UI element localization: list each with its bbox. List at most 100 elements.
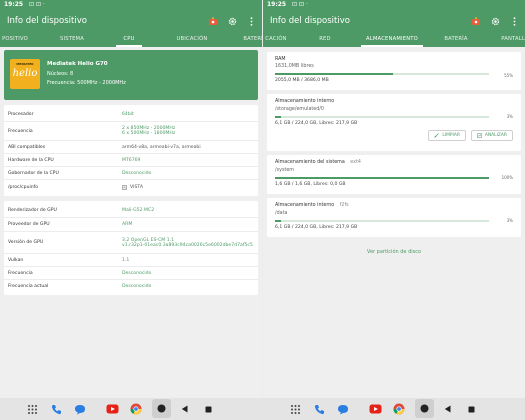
cpu-info-table: Procesador 64bit Frecuencia 2 x 850MHz -… bbox=[4, 105, 258, 196]
status-icons: ⊡ ⊡ · bbox=[292, 1, 308, 8]
view-disk-partition-link[interactable]: Ver partición de disco bbox=[263, 249, 525, 255]
tab-bar: CACIÓN RED ALMACENAMIENTO BATERÍA PANTAL… bbox=[263, 33, 525, 47]
filesystem-type: f2fs bbox=[339, 203, 349, 208]
view-label: VISTA bbox=[130, 184, 144, 190]
internal-storage-path: /storage/emulated/0 bbox=[275, 107, 324, 112]
logo-text: helio bbox=[12, 68, 38, 79]
recents-icon[interactable] bbox=[200, 401, 216, 417]
logo-brand: MEDIATEK bbox=[16, 62, 34, 66]
chrome-icon[interactable] bbox=[391, 401, 407, 417]
gear-icon[interactable] bbox=[227, 16, 237, 26]
row-value-line: v1.r32p1-01eac0.3a893c94ca0026c5e6002dbe… bbox=[122, 242, 253, 248]
row-value: 2 x 850MHz - 2000MHz 6 x 500MHz - 1800MH… bbox=[122, 126, 254, 136]
tab-bar: POSITIVO SISTEMA CPU UBICACIÓN BATERÍA bbox=[0, 33, 262, 47]
ram-percent: 55% bbox=[504, 73, 513, 78]
clean-button[interactable]: LIMPIAR bbox=[428, 129, 466, 141]
soc-header-card: MEDIATEK helio Mediatek Helio G70 Núcleo… bbox=[4, 50, 258, 100]
view-cpuinfo-button[interactable]: VISTA bbox=[122, 185, 254, 190]
system-storage-path: /system bbox=[275, 168, 294, 173]
row-key: Hardware de la CPU bbox=[8, 157, 54, 163]
table-row: Frecuencia 2 x 850MHz - 2000MHz 6 x 500M… bbox=[4, 122, 258, 141]
tab-sistema[interactable]: SISTEMA bbox=[54, 33, 90, 47]
data-progress-bar bbox=[275, 220, 489, 222]
data-usage: 6,1 GB / 224,0 GB, Libres: 217,9 GB bbox=[275, 224, 358, 230]
helio-logo: MEDIATEK helio bbox=[10, 59, 40, 89]
cpu-frequency: Frecuencia: 500MHz - 2000MHz bbox=[47, 80, 126, 86]
rate-app-icon[interactable] bbox=[208, 16, 218, 26]
row-value: 3.2 OpenGL ES-CM 1.1 v1.r32p1-01eac0.3a8… bbox=[122, 238, 254, 248]
document-icon bbox=[122, 184, 127, 190]
rate-app-icon[interactable] bbox=[471, 16, 481, 26]
app-bar: Info del dispositivo bbox=[263, 9, 525, 33]
tab-ubicacion[interactable]: CACIÓN bbox=[263, 33, 291, 47]
home-icon[interactable] bbox=[152, 399, 171, 418]
table-row: ABI compatibles arm64-v8a, armeabi-v7a, … bbox=[4, 141, 258, 154]
youtube-icon[interactable] bbox=[104, 401, 120, 417]
row-key: Frecuencia actual bbox=[8, 284, 49, 289]
phone-icon[interactable] bbox=[48, 401, 64, 417]
app-bar: Info del dispositivo bbox=[0, 9, 262, 33]
tab-bateria[interactable]: BATERÍA bbox=[240, 33, 262, 47]
app-title: Info del dispositivo bbox=[7, 16, 87, 26]
more-options-icon[interactable] bbox=[509, 16, 519, 26]
system-usage: 1,6 GB / 1,6 GB, Libres: 0,0 GB bbox=[275, 181, 346, 187]
table-row: Frecuencia Desconocido bbox=[4, 267, 258, 280]
tab-almacenamiento[interactable]: ALMACENAMIENTO bbox=[361, 33, 423, 47]
filesystem-type: ext4 bbox=[350, 160, 361, 165]
row-value: MT6769 bbox=[122, 157, 141, 163]
status-time: 19:25 bbox=[267, 1, 287, 8]
row-value: Desconocido bbox=[122, 270, 152, 276]
tab-ubicacion[interactable]: UBICACIÓN bbox=[172, 33, 212, 47]
tab-dispositivo[interactable]: POSITIVO bbox=[0, 33, 32, 47]
row-key: Proveedor de GPU bbox=[8, 222, 50, 227]
gear-icon[interactable] bbox=[490, 16, 500, 26]
table-row: Gobernador de la CPU Desconocido bbox=[4, 167, 258, 180]
system-storage-label: Almacenamiento del sistema bbox=[275, 160, 345, 165]
row-key: Frecuencia bbox=[8, 128, 33, 134]
table-row: Renderizador de GPU Mali-G52 MC2 bbox=[4, 203, 258, 218]
messages-icon[interactable] bbox=[335, 401, 351, 417]
tab-cpu[interactable]: CPU bbox=[116, 33, 142, 47]
row-key: Procesador bbox=[8, 111, 34, 117]
row-key: Versión de GPU bbox=[8, 240, 44, 245]
data-storage-card: Almacenamiento interno f2fs /data 3% 6,1… bbox=[267, 198, 521, 237]
app-drawer-icon[interactable] bbox=[24, 401, 40, 417]
row-key: Renderizador de GPU bbox=[8, 207, 57, 213]
messages-icon[interactable] bbox=[72, 401, 88, 417]
tab-bateria[interactable]: BATERÍA bbox=[441, 33, 471, 47]
gpu-info-table: Renderizador de GPU Mali-G52 MC2 Proveed… bbox=[4, 201, 258, 295]
analyze-label: ANALIZAR bbox=[484, 132, 507, 138]
recents-icon[interactable] bbox=[463, 401, 479, 417]
system-percent: 100% bbox=[501, 175, 513, 180]
data-storage-path: /data bbox=[275, 211, 288, 216]
youtube-icon[interactable] bbox=[367, 401, 383, 417]
home-icon[interactable] bbox=[415, 399, 434, 418]
tab-red[interactable]: RED bbox=[315, 33, 335, 47]
internal-progress-fill bbox=[275, 116, 282, 118]
left-pane: 19:25 ⊡ ⊡ · Info del dispositivo POSITIV… bbox=[0, 0, 262, 398]
ram-progress-bar bbox=[275, 73, 489, 75]
internal-storage-card: Almacenamiento interno /storage/emulated… bbox=[267, 94, 521, 151]
analyze-button[interactable]: ANALIZAR bbox=[470, 129, 513, 141]
table-row: Procesador 64bit bbox=[4, 107, 258, 122]
more-options-icon[interactable] bbox=[246, 16, 256, 26]
chip-name: Mediatek Helio G70 bbox=[47, 61, 108, 67]
row-key: Vulkan bbox=[8, 257, 24, 263]
back-icon[interactable] bbox=[440, 401, 456, 417]
app-drawer-icon[interactable] bbox=[287, 401, 303, 417]
system-progress-fill bbox=[275, 177, 489, 179]
ram-usage: 2055,0 MB / 3686,0 MB bbox=[275, 77, 329, 83]
back-icon[interactable] bbox=[177, 401, 193, 417]
row-key: Gobernador de la CPU bbox=[8, 170, 59, 176]
right-pane: 19:25 ⊡ ⊡ · Info del dispositivo CACIÓN … bbox=[263, 0, 525, 398]
row-value: ARM bbox=[122, 222, 133, 227]
tab-pantalla[interactable]: PANTALLA bbox=[497, 33, 525, 47]
table-row: Vulkan 1.1 bbox=[4, 254, 258, 267]
status-bar: 19:25 ⊡ ⊡ · bbox=[263, 0, 525, 9]
system-progress-bar bbox=[275, 177, 489, 179]
row-key: ABI compatibles bbox=[8, 144, 46, 150]
table-row: /proc/cpuinfo VISTA bbox=[4, 180, 258, 194]
data-progress-fill bbox=[275, 220, 282, 222]
chrome-icon[interactable] bbox=[128, 401, 144, 417]
phone-icon[interactable] bbox=[311, 401, 327, 417]
